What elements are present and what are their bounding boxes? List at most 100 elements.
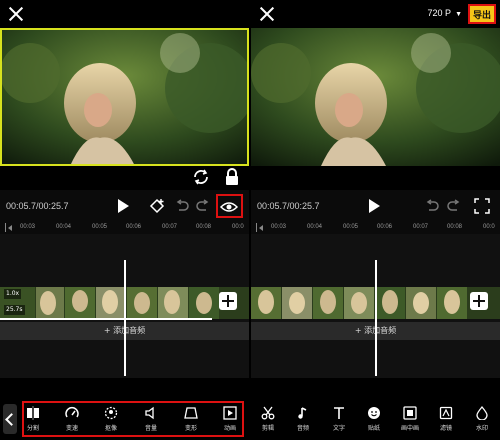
redo-icon[interactable] [194,197,212,215]
keyframe-icon[interactable] [148,197,166,215]
tool-speed[interactable]: 变速 [57,406,87,432]
volume-icon [145,406,154,420]
tool-volume[interactable]: 音量 [136,406,166,432]
cutout-icon [104,406,118,420]
ruler-tick: 00:05 [92,224,108,230]
tool-label: 画中画 [400,425,419,432]
close-icon[interactable] [6,4,26,24]
preview-actions [0,166,249,190]
fullscreen-icon[interactable] [473,197,491,215]
ruler-start-arrow [259,225,263,231]
editor-screens: 00:05.7/00:25.7 00:03 00:04 00:05 00:06 … [0,0,500,440]
playhead[interactable] [124,260,126,376]
tool-label: 滤镜 [439,425,452,432]
ruler-tick: 00:0 [483,224,495,230]
timeline-ruler: 00:03 00:04 00:05 00:06 00:07 00:08 00:0 [0,222,249,234]
tool-label: 动画 [223,425,236,432]
tool-text[interactable]: 文字 [324,406,354,432]
ruler-start-marker [5,223,6,232]
play-button[interactable] [369,199,380,213]
speed-icon [65,407,79,418]
timeline-track: 1.0x 25.7s + 添加音频 [0,234,249,378]
ruler-start-marker [256,223,257,232]
ruler-tick: 00:03 [20,224,36,230]
resolution-selector[interactable]: 720 P ▼ [428,8,462,18]
ruler-tick: 00:08 [447,224,463,230]
tool-label: 剪辑 [261,425,274,432]
top-bar: 720 P ▼ 导出 [251,0,500,28]
tool-label: 变速 [65,425,78,432]
clip-selection-bar [0,318,212,320]
clip-speed-badge: 1.0x [4,289,22,299]
export-button[interactable]: 导出 [468,4,496,24]
tool-label: 贴纸 [367,425,380,432]
ruler-tick: 00:05 [343,224,359,230]
video-preview[interactable] [251,28,500,166]
tool-label: 音量 [144,425,157,432]
tool-label: 分割 [26,425,39,432]
caret-down-icon: ▼ [455,11,462,18]
ruler-tick: 00:07 [413,224,429,230]
tool-cutout[interactable]: 抠像 [96,406,126,432]
ruler-tick: 00:07 [162,224,178,230]
watermark-icon [476,406,488,420]
playback-controls: 00:05.7/00:25.7 [0,190,249,222]
pip-icon [403,406,417,420]
timeline-ruler: 00:03 00:04 00:05 00:06 00:07 00:08 00:0 [251,222,500,234]
top-bar [0,0,249,28]
eye-icon[interactable] [220,198,238,216]
tool-label: 变形 [184,425,197,432]
tool-watermark[interactable]: 水印 [467,406,497,432]
animation-icon [223,406,237,420]
tool-label: 文字 [332,425,345,432]
tool-audio[interactable]: 音频 [288,406,318,432]
resolution-value: 720 P [427,8,452,18]
scissors-icon [261,406,275,420]
clip-duration-badge: 25.7s [4,305,25,315]
undo-icon[interactable] [423,197,441,215]
music-icon [298,407,307,419]
undo-icon[interactable] [173,197,191,215]
ruler-tick: 00:06 [126,224,142,230]
playhead[interactable] [375,260,377,376]
playback-controls: 00:05.7/00:25.7 [251,190,500,222]
preview-actions [251,166,500,190]
tool-animation[interactable]: 动画 [215,406,245,432]
play-button[interactable] [118,199,129,213]
lock-icon[interactable] [224,168,240,186]
split-icon [27,406,39,420]
left-panel: 00:05.7/00:25.7 00:03 00:04 00:05 00:06 … [0,0,249,440]
tool-split[interactable]: 分割 [18,406,48,432]
tool-edit[interactable]: 剪辑 [253,406,283,432]
highlight-box [22,401,244,437]
redo-icon[interactable] [445,197,463,215]
ruler-start-arrow [8,225,12,231]
ruler-tick: 00:04 [56,224,72,230]
text-icon [334,407,344,419]
timeline-track: + 添加音频 [251,234,500,378]
tool-transform[interactable]: 变形 [176,406,206,432]
ruler-tick: 00:08 [196,224,212,230]
tool-filter[interactable]: 滤镜 [431,406,461,432]
filter-icon [439,406,453,420]
add-clip-button[interactable] [470,292,488,310]
ruler-tick: 00:0 [232,224,244,230]
add-clip-button[interactable] [219,292,237,310]
close-icon[interactable] [257,4,277,24]
time-display: 00:05.7/00:25.7 [257,201,320,211]
ruler-tick: 00:06 [377,224,393,230]
ruler-tick: 00:03 [271,224,287,230]
tool-sticker[interactable]: 贴纸 [359,406,389,432]
bottom-toolbar: 分割 变速 抠像 音量 变形 动画 [0,378,249,440]
tool-label: 水印 [475,425,488,432]
sticker-icon [368,407,380,419]
tool-pip[interactable]: 画中画 [395,406,425,432]
tool-label: 抠像 [104,425,117,432]
time-display: 00:05.7/00:25.7 [6,201,69,211]
ruler-tick: 00:04 [307,224,323,230]
back-button[interactable] [3,404,17,434]
transform-icon [184,407,198,419]
sync-icon[interactable] [192,168,210,186]
bottom-toolbar: 剪辑 音频 文字 贴纸 画中画 滤镜 水印 [251,378,500,440]
video-preview[interactable] [0,28,249,166]
